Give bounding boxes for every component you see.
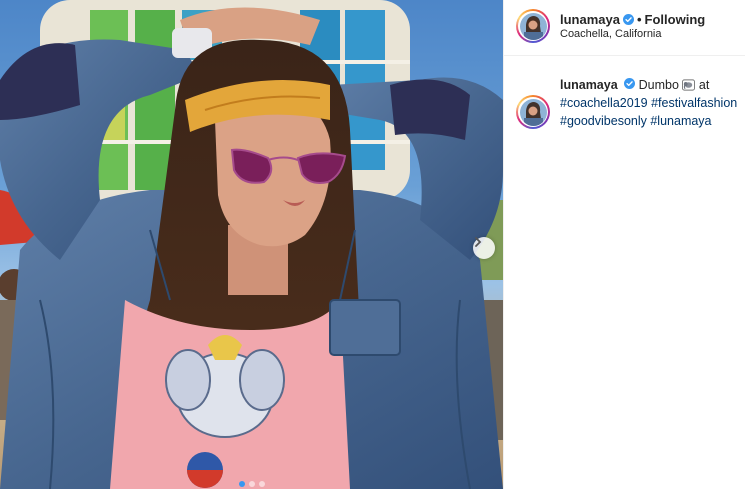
caption-text: Dumbo: [638, 78, 679, 92]
following-button[interactable]: Following: [645, 12, 706, 27]
elephant-emoji-icon: [682, 79, 696, 91]
photo-illustration: [0, 0, 503, 489]
profile-photo: [519, 98, 547, 126]
hashtag-link[interactable]: #festivalfashion: [651, 96, 737, 110]
location-link[interactable]: Coachella, California: [560, 28, 662, 40]
caption-word: at: [698, 78, 710, 92]
header-line: lunamaya • Following: [560, 12, 705, 27]
separator-dot: •: [636, 12, 642, 27]
post-side-panel: lunamaya • Following Coachella, Californ…: [503, 0, 745, 489]
carousel-indicator: [0, 481, 503, 487]
post-photo[interactable]: [0, 0, 503, 489]
profile-photo: [519, 12, 547, 40]
right-cuff: [390, 79, 470, 140]
caption-username-link[interactable]: lunamaya: [560, 78, 618, 92]
carousel-next-button[interactable]: [473, 237, 495, 259]
hashtag-link[interactable]: #goodvibesonly: [560, 114, 647, 128]
verified-badge-icon: [622, 14, 634, 25]
post-caption: lunamaya Dumbo at #coachella2019 #festiv…: [560, 76, 740, 130]
caption-avatar[interactable]: [516, 95, 550, 129]
post-header: lunamaya • Following Coachella, Californ…: [504, 0, 745, 56]
hashtag-link[interactable]: #coachella2019: [560, 96, 648, 110]
jacket-pocket: [329, 299, 401, 356]
verified-badge-icon: [624, 78, 636, 89]
carousel-dot: [258, 481, 265, 487]
chevron-right-icon: [475, 237, 482, 247]
avatar[interactable]: [516, 9, 550, 43]
hashtag-link[interactable]: #lunamaya: [650, 114, 711, 128]
carousel-dot: [238, 481, 245, 487]
carousel-dot: [248, 481, 255, 487]
username-link[interactable]: lunamaya: [560, 12, 620, 27]
